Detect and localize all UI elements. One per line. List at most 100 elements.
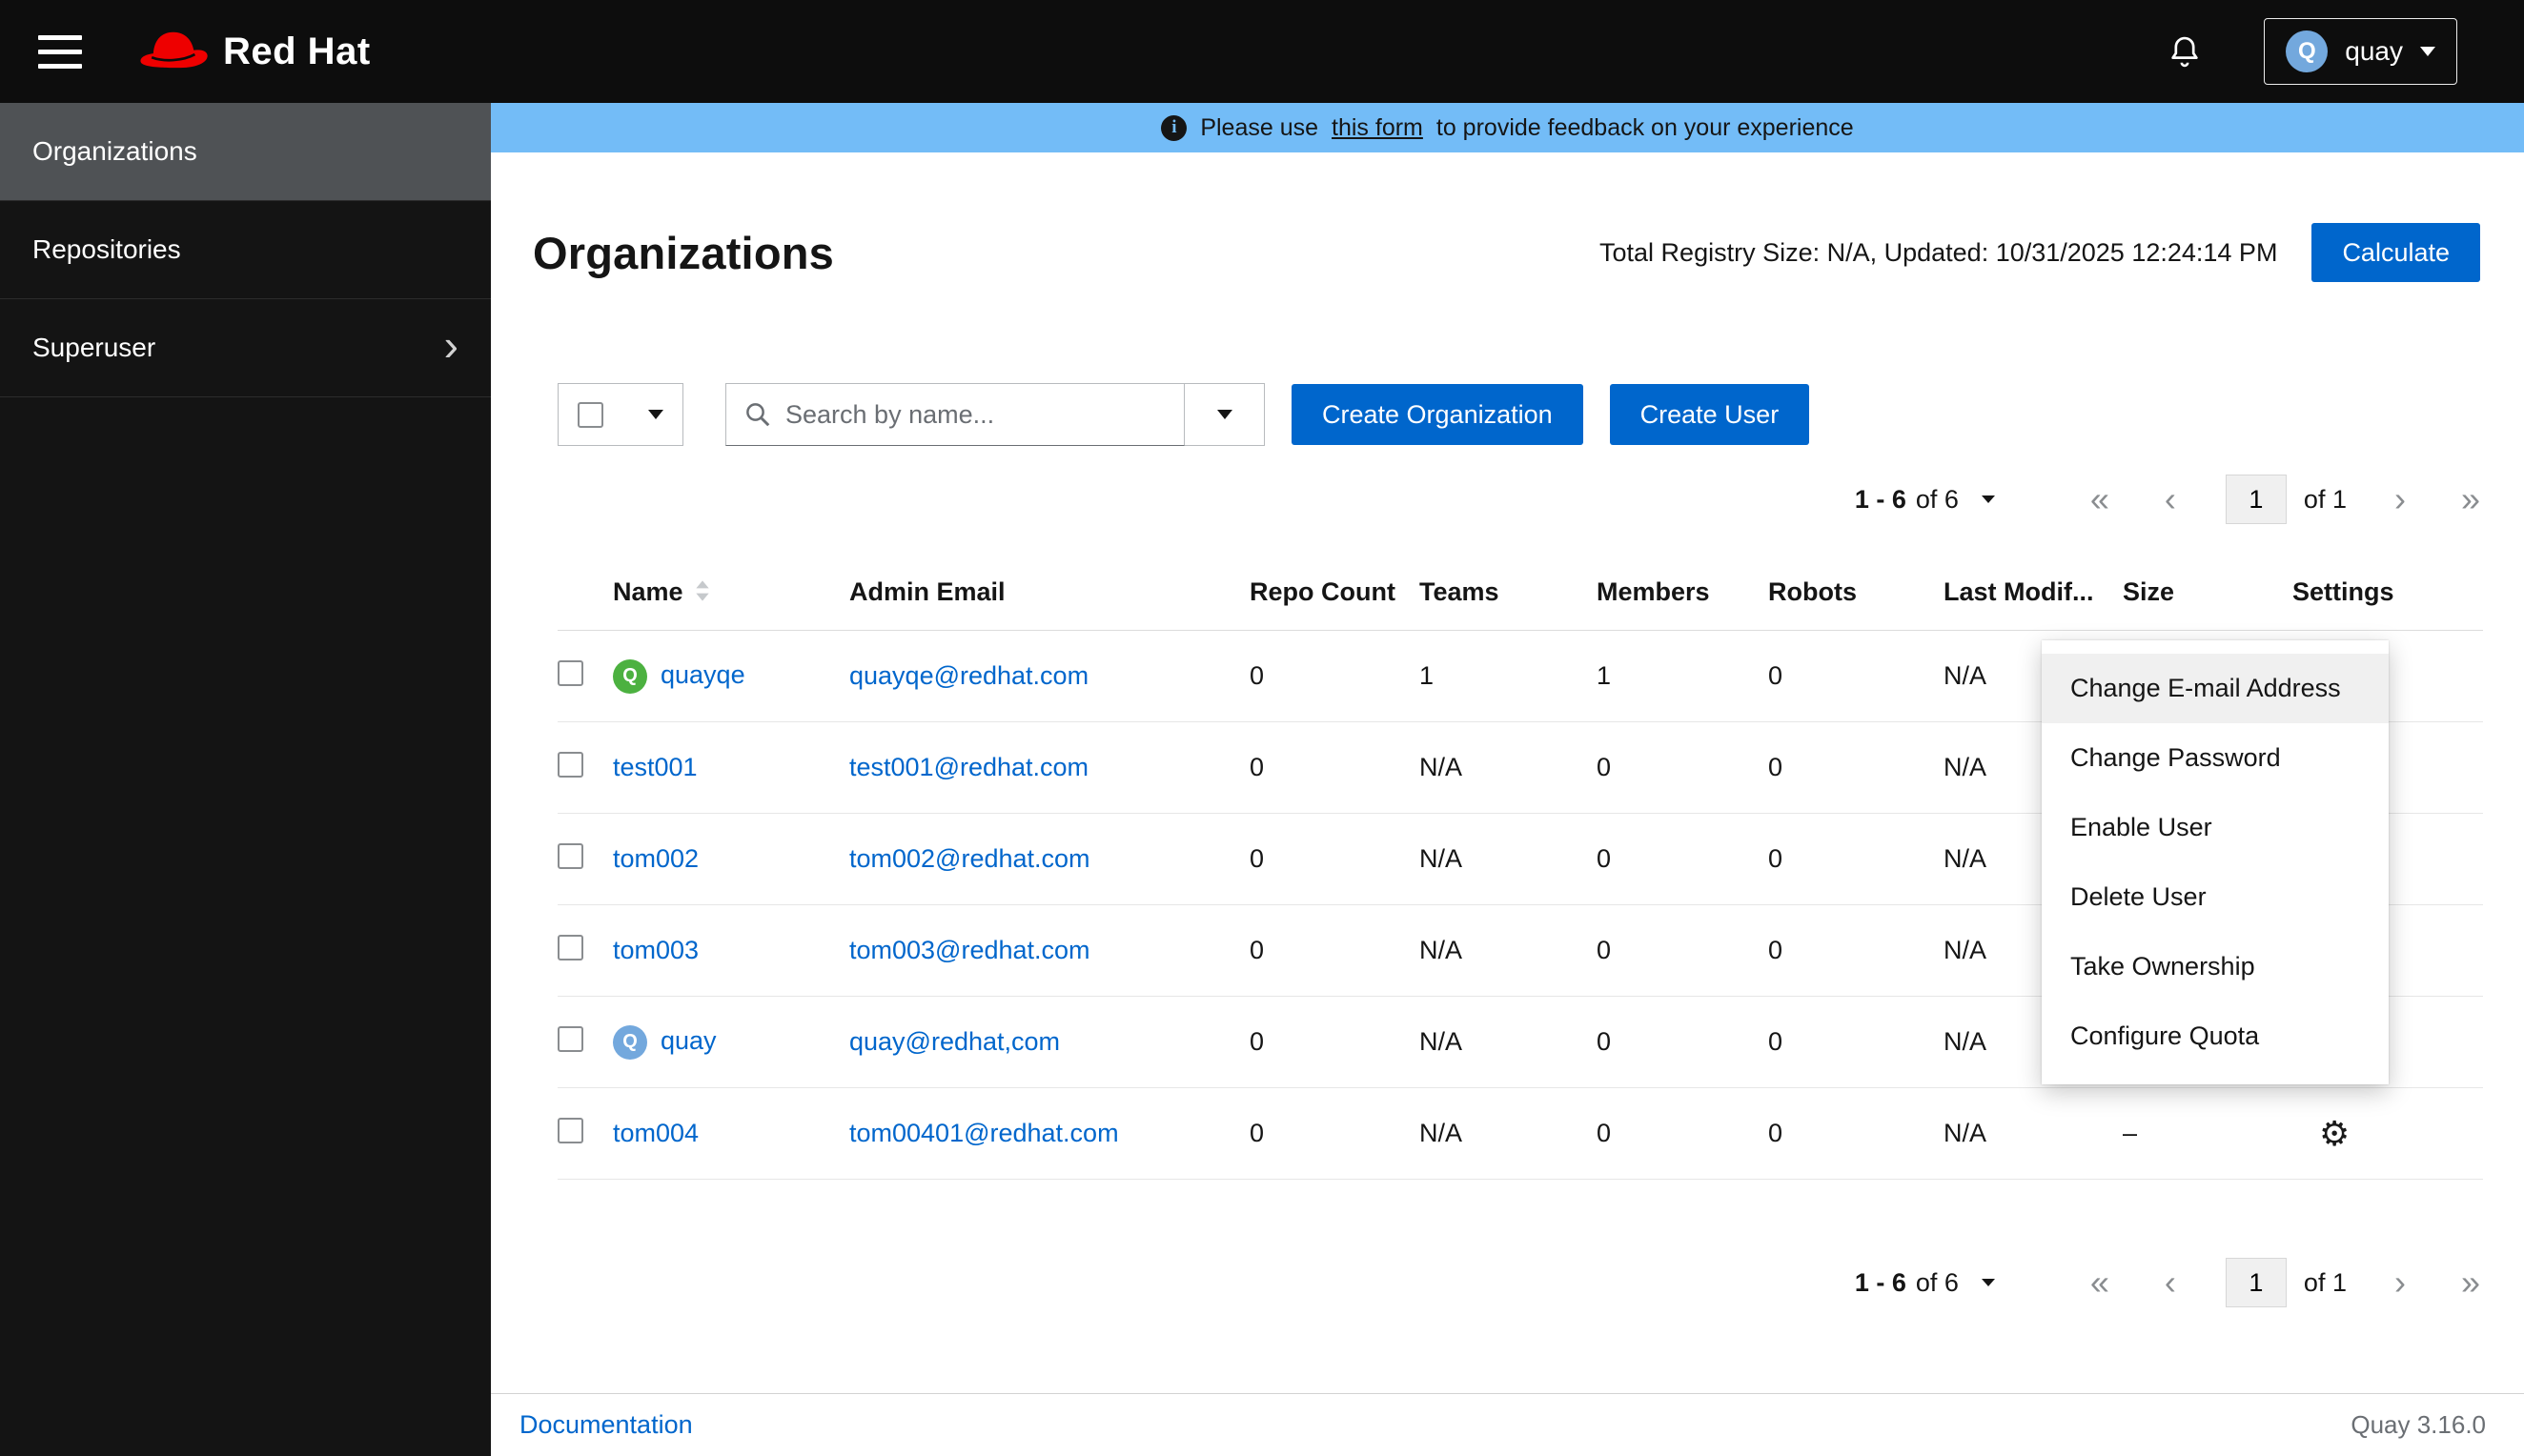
th-last-modified: Last Modif... <box>1944 560 2123 631</box>
sidebar-item-repositories[interactable]: Repositories <box>0 201 491 299</box>
page-count-label: of 1 <box>2303 1267 2347 1297</box>
teams-cell: N/A <box>1419 721 1597 814</box>
chevron-down-icon <box>2420 47 2435 56</box>
th-admin-email: Admin Email <box>849 560 1250 631</box>
last-page-button[interactable]: » <box>2461 482 2480 516</box>
robots-cell: 0 <box>1768 813 1944 905</box>
feedback-form-link[interactable]: this form <box>1332 114 1423 142</box>
menu-item-configure-quota[interactable]: Configure Quota <box>2042 1001 2389 1071</box>
footer: Documentation Quay 3.16.0 <box>491 1393 2524 1456</box>
teams-cell: 1 <box>1419 630 1597 722</box>
repo-count-cell: 0 <box>1250 904 1419 997</box>
search-icon <box>746 403 770 427</box>
search-box <box>725 383 1185 446</box>
create-user-button[interactable]: Create User <box>1609 384 1810 445</box>
notifications-bell-icon[interactable] <box>2167 33 2203 70</box>
repo-count-cell: 0 <box>1250 996 1419 1088</box>
masthead: Red Hat Q quay <box>0 0 2524 103</box>
th-settings: Settings <box>2292 560 2483 631</box>
admin-email-link[interactable]: quayqe@redhat.com <box>849 661 1089 690</box>
admin-email-link[interactable]: tom00401@redhat.com <box>849 1119 1119 1147</box>
th-name[interactable]: Name <box>613 560 849 631</box>
per-page-dropdown[interactable]: 1 - 6 of 6 <box>1855 1268 1995 1298</box>
members-cell: 0 <box>1597 813 1768 905</box>
per-page-dropdown[interactable]: 1 - 6 of 6 <box>1855 485 1995 515</box>
repo-count-cell: 0 <box>1250 1087 1419 1180</box>
org-name-link[interactable]: tom002 <box>613 844 699 873</box>
sidebar-item-organizations[interactable]: Organizations <box>0 103 491 201</box>
prev-page-button[interactable]: ‹ <box>2165 1265 2176 1300</box>
members-cell: 0 <box>1597 721 1768 814</box>
calculate-button[interactable]: Calculate <box>2311 223 2480 282</box>
menu-item-change-password[interactable]: Change Password <box>2042 723 2389 793</box>
org-avatar: Q <box>613 1024 647 1060</box>
search-filter-caret-button[interactable] <box>1185 383 1265 446</box>
org-name-link[interactable]: quayqe <box>661 660 745 689</box>
menu-item-delete-user[interactable]: Delete User <box>2042 862 2389 932</box>
robots-cell: 0 <box>1768 904 1944 997</box>
next-page-button[interactable]: › <box>2394 482 2406 516</box>
admin-email-link[interactable]: tom002@redhat.com <box>849 844 1090 873</box>
sidebar-item-label: Superuser <box>32 333 156 362</box>
last-page-button[interactable]: » <box>2461 1265 2480 1300</box>
repo-count-cell: 0 <box>1250 721 1419 814</box>
sidebar-nav: Organizations Repositories Superuser › <box>0 103 491 1456</box>
table-header-row: Name Admin Email Repo Count Teams Member… <box>558 560 2483 631</box>
bulk-select-caret-icon[interactable] <box>648 410 663 419</box>
next-page-button[interactable]: › <box>2394 1265 2406 1300</box>
page-number-input[interactable] <box>2225 1258 2287 1307</box>
members-cell: 0 <box>1597 904 1768 997</box>
info-icon: i <box>1161 114 1188 141</box>
bulk-select-dropdown[interactable] <box>558 383 683 446</box>
create-organization-button[interactable]: Create Organization <box>1292 384 1583 445</box>
admin-email-link[interactable]: quay@redhat,com <box>849 1027 1060 1056</box>
sidebar-item-superuser[interactable]: Superuser › <box>0 299 491 397</box>
members-cell: 1 <box>1597 630 1768 722</box>
row-checkbox[interactable] <box>558 751 583 778</box>
first-page-button[interactable]: « <box>2090 1265 2109 1300</box>
teams-cell: N/A <box>1419 1087 1597 1180</box>
th-teams: Teams <box>1419 560 1597 631</box>
hamburger-menu-icon[interactable] <box>38 34 82 69</box>
page-number-input[interactable] <box>2225 475 2287 524</box>
feedback-banner: i Please use this form to provide feedba… <box>491 103 2524 152</box>
prev-page-button[interactable]: ‹ <box>2165 482 2176 516</box>
th-members: Members <box>1597 560 1768 631</box>
page-title: Organizations <box>533 227 834 278</box>
admin-email-link[interactable]: tom003@redhat.com <box>849 936 1090 964</box>
menu-item-take-ownership[interactable]: Take Ownership <box>2042 932 2389 1001</box>
robots-cell: 0 <box>1768 721 1944 814</box>
table-row: tom004 tom00401@redhat.com 0 N/A 0 0 N/A… <box>558 1087 2483 1180</box>
first-page-button[interactable]: « <box>2090 482 2109 516</box>
row-checkbox[interactable] <box>558 934 583 961</box>
row-checkbox[interactable] <box>558 1025 583 1052</box>
menu-item-enable-user[interactable]: Enable User <box>2042 793 2389 862</box>
banner-text-before: Please use <box>1200 113 1319 141</box>
admin-email-link[interactable]: test001@redhat.com <box>849 753 1089 781</box>
teams-cell: N/A <box>1419 904 1597 997</box>
row-checkbox[interactable] <box>558 1117 583 1143</box>
robots-cell: 0 <box>1768 1087 1944 1180</box>
size-cell: – <box>2123 1087 2292 1180</box>
chevron-down-icon <box>1216 410 1232 419</box>
org-name-link[interactable]: test001 <box>613 753 698 781</box>
repo-count-cell: 0 <box>1250 630 1419 722</box>
documentation-link[interactable]: Documentation <box>519 1410 693 1440</box>
org-avatar: Q <box>613 658 647 694</box>
sort-icon[interactable] <box>695 579 710 602</box>
user-menu[interactable]: Q quay <box>2264 18 2457 85</box>
row-checkbox[interactable] <box>558 842 583 869</box>
org-name-link[interactable]: tom004 <box>613 1119 699 1147</box>
user-name-label: quay <box>2345 36 2403 66</box>
row-checkbox[interactable] <box>558 659 583 686</box>
members-cell: 0 <box>1597 1087 1768 1180</box>
select-all-checkbox[interactable] <box>578 401 603 428</box>
user-actions-menu: Change E-mail Address Change Password Enab… <box>2042 640 2389 1084</box>
menu-item-change-e-mail-address[interactable]: Change E-mail Address <box>2042 654 2389 723</box>
search-input[interactable] <box>785 399 1167 430</box>
org-name-link[interactable]: tom003 <box>613 936 699 964</box>
org-name-link[interactable]: quay <box>661 1026 717 1055</box>
chevron-down-icon <box>1981 495 1995 503</box>
settings-gear-icon[interactable]: ⚙ <box>2292 1114 2350 1154</box>
robots-cell: 0 <box>1768 630 1944 722</box>
